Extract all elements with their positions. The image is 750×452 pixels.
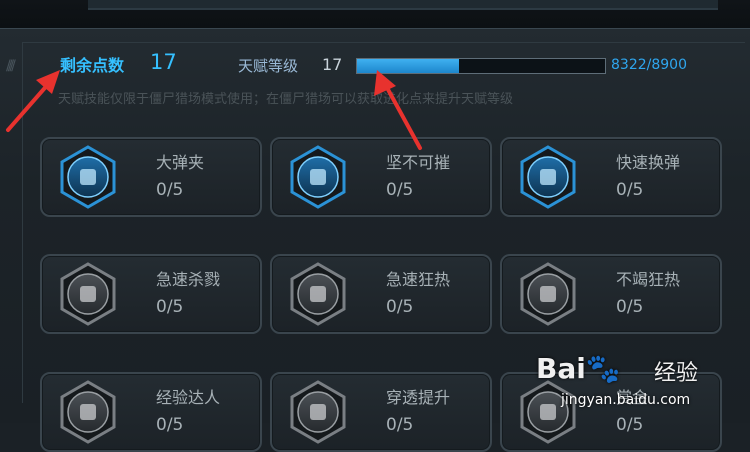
skill-name: 经验达人	[156, 388, 221, 407]
watermark-brand: 经验	[654, 361, 699, 386]
remaining-points-label: 剩余点数	[60, 56, 125, 75]
skill-card[interactable]: 不竭狂热 0/5	[500, 254, 722, 334]
baidu-logo: Bai🐾	[536, 352, 621, 385]
skill-card[interactable]: 大弹夹 0/5	[40, 137, 262, 217]
skill-name: 快速换弹	[616, 153, 681, 172]
remaining-points-value: 17	[150, 50, 177, 74]
skill-card[interactable]: 急速杀戮 0/5	[40, 254, 262, 334]
skill-name: 急速狂热	[386, 270, 451, 289]
skill-name: 不竭狂热	[616, 270, 681, 289]
skill-progress: 0/5	[616, 415, 644, 435]
exp-plus-icon	[60, 380, 116, 444]
skull-icon	[520, 262, 576, 326]
skill-progress: 0/5	[156, 415, 184, 435]
penetration-icon	[290, 380, 346, 444]
talent-level-value: 17	[322, 55, 343, 74]
skill-progress: 0/5	[156, 180, 184, 200]
skill-card[interactable]: 快速换弹 0/5	[500, 137, 722, 217]
skill-name: 大弹夹	[156, 153, 205, 172]
skill-progress: 0/5	[616, 180, 644, 200]
magazine-icon	[60, 145, 116, 209]
top-bar	[0, 0, 750, 28]
xp-progress-text: 8322/8900	[611, 57, 687, 73]
talent-description: 天赋技能仅限于僵尸猎场模式使用；在僵尸猎场可以获取进化点来提升天赋等级	[58, 92, 514, 107]
armor-shield-icon	[290, 145, 346, 209]
xp-progress-fill	[357, 59, 459, 73]
paw-icon: 🐾	[585, 352, 621, 385]
skill-card[interactable]: 穿透提升 0/5	[270, 372, 492, 452]
xp-progress-bar	[356, 58, 606, 74]
skill-card[interactable]: 经验达人 0/5	[40, 372, 262, 452]
kill-hand-icon	[60, 262, 116, 326]
skill-progress: 0/5	[156, 297, 184, 317]
grip-icon: ////	[6, 58, 16, 74]
skill-name: 急速杀戮	[156, 270, 221, 289]
skill-progress: 0/5	[386, 297, 414, 317]
watermark-url: jingyan.baidu.com	[561, 392, 691, 408]
fast-reload-hand-icon	[520, 145, 576, 209]
skill-card[interactable]: 坚不可摧 0/5	[270, 137, 492, 217]
skill-progress: 0/5	[386, 180, 414, 200]
skill-name: 穿透提升	[386, 388, 451, 407]
top-panel-edge	[88, 0, 718, 10]
baidu-jingyan-watermark: Bai🐾 经验 jingyan.baidu.com	[536, 352, 736, 418]
talent-level-label: 天赋等级	[238, 57, 299, 75]
frenzy-blade-icon	[290, 262, 346, 326]
skill-progress: 0/5	[386, 415, 414, 435]
skill-card[interactable]: 急速狂热 0/5	[270, 254, 492, 334]
skill-name: 坚不可摧	[386, 153, 451, 172]
skill-progress: 0/5	[616, 297, 644, 317]
